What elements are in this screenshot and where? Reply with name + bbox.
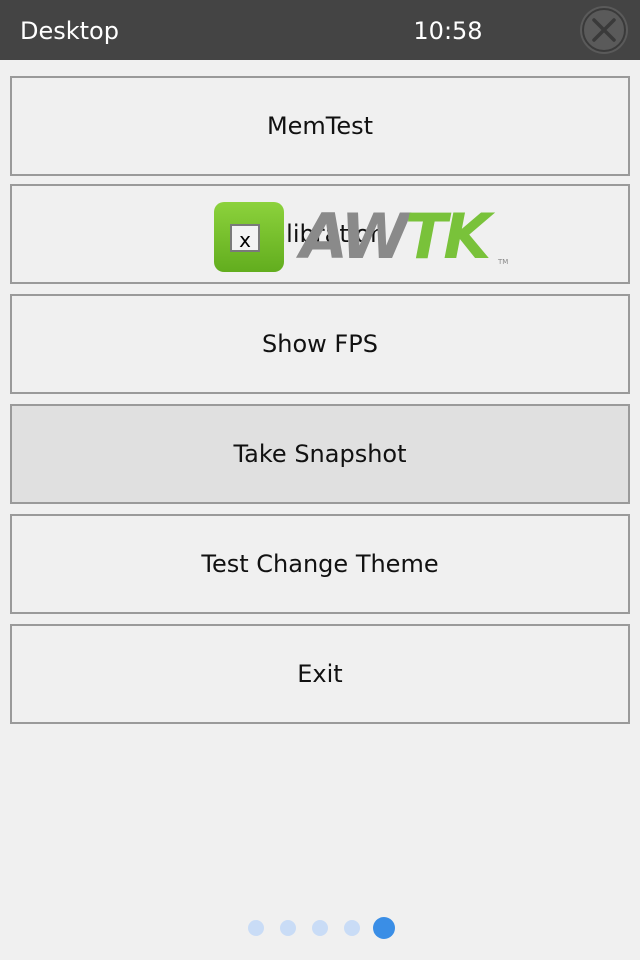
page-indicator bbox=[246, 916, 398, 940]
take-snapshot-button[interactable]: Take Snapshot bbox=[10, 404, 630, 504]
window-title: Desktop bbox=[20, 17, 119, 45]
show-fps-button[interactable]: Show FPS bbox=[10, 294, 630, 394]
exit-button[interactable]: Exit bbox=[10, 624, 630, 724]
calibration-button[interactable]: Calibration bbox=[10, 184, 630, 284]
clock-time: 10:58 bbox=[413, 17, 483, 45]
close-x-icon bbox=[582, 8, 626, 52]
close-button[interactable] bbox=[580, 6, 628, 54]
page-dot-2[interactable] bbox=[280, 920, 296, 936]
memtest-button[interactable]: MemTest bbox=[10, 76, 630, 176]
test-change-theme-button[interactable]: Test Change Theme bbox=[10, 514, 630, 614]
page-dot-4[interactable] bbox=[344, 920, 360, 936]
title-bar: Desktop 10:58 bbox=[0, 0, 640, 60]
page-dot-1[interactable] bbox=[248, 920, 264, 936]
page-dot-3[interactable] bbox=[312, 920, 328, 936]
calibration-label: Calibration bbox=[254, 220, 386, 248]
page-dot-5[interactable] bbox=[373, 917, 395, 939]
